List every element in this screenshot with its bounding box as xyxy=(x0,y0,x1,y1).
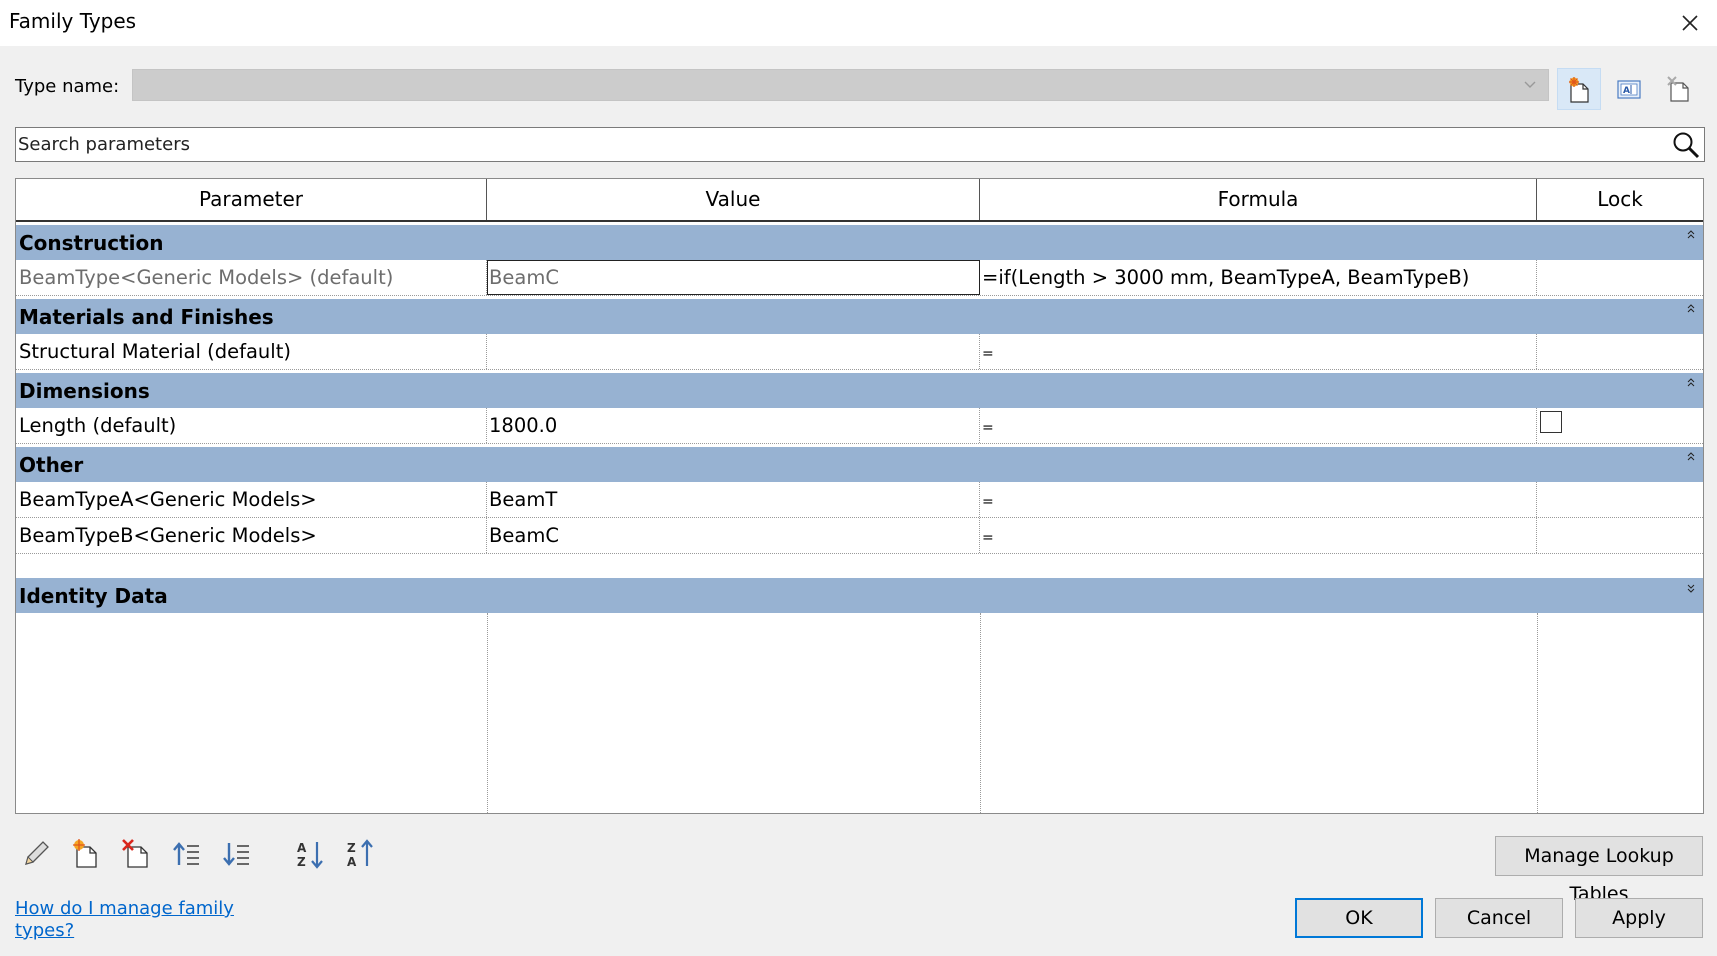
parameter-lock-cell xyxy=(1537,408,1703,443)
move-up-button[interactable] xyxy=(167,835,205,873)
formula-text: = xyxy=(982,346,994,362)
cancel-button[interactable]: Cancel xyxy=(1435,898,1563,938)
group-header-identity-data[interactable]: Identity Data xyxy=(16,575,1703,613)
group-label: Identity Data xyxy=(19,584,168,608)
column-header-value[interactable]: Value xyxy=(487,179,980,220)
parameter-name: BeamType<Generic Models> (default) xyxy=(16,260,487,295)
parameter-name: BeamTypeA<Generic Models> xyxy=(16,482,487,517)
expand-icon[interactable] xyxy=(1686,579,1696,593)
search-box xyxy=(15,127,1705,162)
parameter-lock-cell xyxy=(1537,518,1703,553)
lock-checkbox[interactable] xyxy=(1540,411,1562,433)
close-icon xyxy=(1682,15,1698,31)
parameter-name: Structural Material (default) xyxy=(16,334,487,369)
group-header-materials[interactable]: Materials and Finishes xyxy=(16,296,1703,334)
formula-text: = xyxy=(982,494,994,510)
parameter-formula-field[interactable]: = xyxy=(980,334,1537,369)
edit-parameter-button[interactable] xyxy=(17,835,55,873)
svg-text:Z: Z xyxy=(297,855,306,869)
parameter-value-field[interactable]: BeamC xyxy=(487,518,980,553)
rename-type-icon: A xyxy=(1617,80,1641,99)
delete-parameter-icon xyxy=(122,839,148,868)
group-label: Dimensions xyxy=(19,379,150,403)
chevron-down-icon xyxy=(1524,81,1536,88)
collapse-icon[interactable] xyxy=(1686,226,1696,239)
sort-ascending-button[interactable]: A Z xyxy=(291,835,329,873)
parameter-value-field[interactable] xyxy=(487,334,980,369)
help-link[interactable]: How do I manage family types? xyxy=(15,898,245,942)
svg-text:A: A xyxy=(1623,86,1630,96)
ok-button[interactable]: OK xyxy=(1295,898,1423,938)
search-icon[interactable] xyxy=(1671,130,1701,160)
collapse-icon[interactable] xyxy=(1686,374,1696,387)
parameter-name: Length (default) xyxy=(16,408,487,443)
parameter-lock-cell xyxy=(1537,260,1703,295)
svg-text:Z: Z xyxy=(347,841,356,855)
column-header-parameter[interactable]: Parameter xyxy=(16,179,487,220)
group-header-construction[interactable]: Construction xyxy=(16,222,1703,260)
collapse-icon[interactable] xyxy=(1686,448,1696,461)
grid-empty-area xyxy=(16,613,1703,813)
formula-text: = xyxy=(982,530,994,546)
group-label: Other xyxy=(19,453,84,477)
group-label: Materials and Finishes xyxy=(19,305,274,329)
collapse-icon[interactable] xyxy=(1686,300,1696,313)
rename-type-button[interactable]: A xyxy=(1607,68,1651,110)
column-divider xyxy=(1537,613,1538,813)
parameter-lock-cell xyxy=(1537,334,1703,369)
parameter-formula-field[interactable]: =if(Length > 3000 mm, BeamTypeA, BeamTyp… xyxy=(980,260,1537,295)
parameter-name: BeamTypeB<Generic Models> xyxy=(16,518,487,553)
search-input[interactable] xyxy=(18,130,1658,159)
parameter-value-field[interactable]: BeamT xyxy=(487,482,980,517)
group-header-dimensions[interactable]: Dimensions xyxy=(16,370,1703,408)
type-name-dropdown[interactable] xyxy=(132,69,1549,101)
svg-text:A: A xyxy=(347,855,357,869)
parameter-lock-cell xyxy=(1537,482,1703,517)
parameter-row-beamtypea[interactable]: BeamTypeA<Generic Models> BeamT = xyxy=(16,482,1703,518)
move-down-icon xyxy=(223,843,249,866)
parameter-row-length[interactable]: Length (default) 1800.0 = xyxy=(16,408,1703,444)
close-button[interactable] xyxy=(1673,6,1707,40)
type-name-label: Type name: xyxy=(15,76,120,97)
group-header-other[interactable]: Other xyxy=(16,444,1703,482)
window-title: Family Types xyxy=(9,9,137,33)
parameter-value-field[interactable]: 1800.0 xyxy=(487,408,980,443)
column-header-formula[interactable]: Formula xyxy=(980,179,1537,220)
delete-parameter-button[interactable] xyxy=(117,835,155,873)
pencil-icon xyxy=(25,841,49,865)
column-divider xyxy=(980,613,981,813)
title-bar: Family Types xyxy=(0,0,1717,46)
move-up-icon xyxy=(173,842,199,865)
manage-lookup-tables-button[interactable]: Manage Lookup Tables xyxy=(1495,836,1703,905)
parameter-formula-field[interactable]: = xyxy=(980,408,1537,443)
apply-button[interactable]: Apply xyxy=(1575,898,1703,938)
sort-descending-icon: Z A xyxy=(347,839,373,869)
new-type-icon xyxy=(1569,77,1589,103)
parameter-formula-field[interactable]: = xyxy=(980,518,1537,553)
parameter-grid: Parameter Value Formula Lock Constructio… xyxy=(15,178,1704,814)
sort-descending-button[interactable]: Z A xyxy=(341,835,379,873)
parameter-row-structural-material[interactable]: Structural Material (default) = xyxy=(16,334,1703,370)
new-type-button[interactable] xyxy=(1557,68,1601,110)
formula-text: = xyxy=(982,420,994,436)
parameter-row-beamtypeb[interactable]: BeamTypeB<Generic Models> BeamC = xyxy=(16,518,1703,554)
move-down-button[interactable] xyxy=(217,835,255,873)
delete-type-button[interactable] xyxy=(1657,68,1701,110)
delete-type-icon xyxy=(1667,76,1689,102)
new-parameter-button[interactable] xyxy=(67,835,105,873)
column-header-lock[interactable]: Lock xyxy=(1537,179,1703,220)
grid-header: Parameter Value Formula Lock xyxy=(16,179,1703,222)
column-divider xyxy=(487,613,488,813)
parameter-value-field[interactable]: BeamC xyxy=(487,260,980,295)
group-label: Construction xyxy=(19,231,164,255)
parameter-formula-field[interactable]: = xyxy=(980,482,1537,517)
svg-text:A: A xyxy=(297,841,307,855)
parameter-row-beamtype[interactable]: BeamType<Generic Models> (default) BeamC… xyxy=(16,260,1703,296)
sort-ascending-icon: A Z xyxy=(297,841,323,869)
new-parameter-icon xyxy=(73,839,97,868)
